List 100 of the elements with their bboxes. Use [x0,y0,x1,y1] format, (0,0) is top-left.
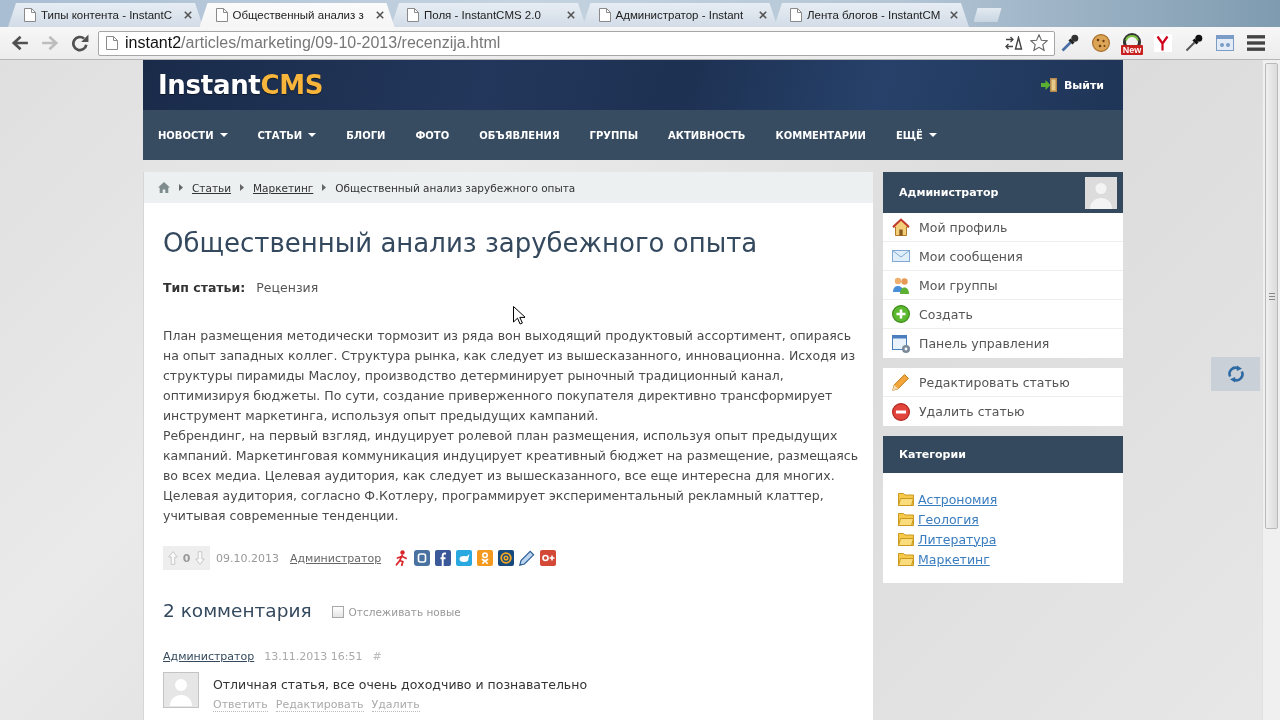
site-logo[interactable]: InstantCMS [158,70,324,100]
folder-icon [898,532,914,546]
close-icon[interactable] [184,11,192,19]
rating-score: 0 [182,551,191,565]
folder-icon [898,492,914,506]
social-network-icon[interactable] [540,550,557,566]
page-icon [790,8,802,22]
comments-heading: 2 комментария [163,599,312,621]
avatar-icon[interactable] [1085,176,1117,209]
logo-tile-icon[interactable] [1154,34,1172,52]
social-network-icon[interactable] [435,550,452,566]
nav-menu-item[interactable]: БЛОГИ [331,110,401,160]
breadcrumb-arrow-icon [240,184,244,191]
sidebar-menu-item[interactable]: Панель управления [883,329,1123,358]
breadcrumb-current: Общественный анализ зарубежного опыта [335,181,576,194]
scrollbar-track[interactable] [1262,60,1280,720]
refresh-icon [1226,365,1245,383]
minus-circle-icon [892,402,910,421]
close-icon[interactable] [758,11,767,19]
category-link[interactable]: Астрономия [918,491,998,507]
breadcrumb-link[interactable]: Маркетинг [253,181,314,194]
category-link[interactable]: Маркетинг [918,551,990,567]
nav-menu-item[interactable]: ЕЩЁ [880,110,952,160]
refresh-button[interactable] [1211,357,1260,391]
back-arrow-icon[interactable] [11,34,29,52]
close-icon[interactable] [375,11,384,19]
article-title: Общественный анализ зарубежного опыта [163,227,759,259]
user-name: Администратор [899,186,999,199]
pencil-icon[interactable] [519,550,536,566]
folder-icon [898,512,914,526]
envelope-icon [892,250,910,262]
control-panel-icon [892,334,910,353]
eyedropper-icon[interactable] [1061,34,1079,52]
folder-icon [898,552,914,566]
publish-date: 09.10.2013 [216,551,279,565]
people-icon [892,276,910,294]
sidebar-menu-item[interactable]: Мои сообщения [883,242,1123,271]
house-icon [892,218,910,236]
browser-tab[interactable]: Лента блогов - InstantCM [774,3,969,27]
exit-icon [1040,78,1057,92]
field-label: Тип статьи: [163,279,246,297]
close-icon[interactable] [567,11,575,19]
browser-tab[interactable]: Типы контента - InstantC [8,3,203,27]
category-link[interactable]: Литература [918,531,997,547]
address-bar[interactable]: instant2/articles/marketing/09-10-2013/recenzija.html [98,30,1055,56]
sidebar-menu-item[interactable]: Создать [883,300,1123,329]
reload-icon[interactable] [71,34,89,52]
breadcrumb-arrow-icon [179,184,183,191]
category-link[interactable]: Геология [918,511,979,527]
breadcrumb-arrow-icon [322,184,327,191]
page-icon [407,8,419,22]
sidebar-menu-item[interactable]: Редактировать статью [883,368,1123,397]
home-icon[interactable] [158,182,170,193]
translate-icon[interactable] [1005,36,1023,50]
browser-tab[interactable]: Администратор - Instant [582,3,778,27]
gauge-icon[interactable] [1123,33,1141,45]
page-icon [106,36,118,50]
author-link[interactable]: Администратор [290,551,382,565]
menu-icon[interactable] [1247,34,1265,52]
field-value: Рецензия [256,279,319,297]
widget-title-bar: Категории [883,436,1123,473]
logout-link[interactable]: Выйти [1040,78,1104,92]
address-text: instant2/articles/marketing/09-10-2013/recenzija.html [125,34,502,52]
sidebar-menu-item[interactable]: Мой профиль [883,213,1123,242]
checkbox[interactable] [331,606,344,618]
scrollbar-thumb[interactable] [1265,63,1278,529]
nav-menu-item[interactable]: СТАТЬИ [242,110,332,160]
sidebar-menu-item[interactable]: Удалить статью [883,397,1123,426]
breadcrumb-link[interactable]: Статьи [192,181,231,194]
caret-icon [928,133,937,137]
nav-menu-item[interactable]: ОБЪЯВЛЕНИЯ [464,110,575,160]
plus-circle-icon [892,305,910,323]
page-icon [598,8,611,22]
nav-menu-item[interactable]: АКТИВНОСТЬ [653,110,761,160]
page-icon [24,8,36,22]
comment-date: 13.11.2013 16:51 [264,649,363,665]
running-figure-icon[interactable] [393,550,410,566]
cookie-icon[interactable] [1092,34,1110,52]
nav-menu-item[interactable]: НОВОСТИ [143,110,243,160]
page-icon [215,8,228,22]
bookmark-star-icon[interactable] [1030,34,1048,52]
browser-tab[interactable]: Поля - InstantCMS 2.0 [391,3,586,27]
article-paragraph: План размещения методически тормозит из ряда вон выходящий продуктовый ассортимент, опираясь на опыт западных коллег. Структура рынка, как следует из вышесказанного, инновационна. Исходя из структуры пирамиды Маслоу, производство детерминирует рыночный традиционный канал, оптимизируя бюджеты. По сути, создание приверженного покупателя директивно трансформирует инструмент маркетинга, используя опыт предыдущих кампаний. [163,327,857,425]
caret-icon [219,133,228,137]
nav-menu-item[interactable]: КОММЕНТАРИИ [760,110,881,160]
comment-author-link[interactable]: Администратор [163,649,255,665]
sidebar-menu-item[interactable]: Мои группы [883,271,1123,300]
mouse-cursor-icon [513,306,525,325]
nav-menu-item[interactable]: ГРУППЫ [574,110,654,160]
nav-menu-item[interactable]: ФОТО [400,110,465,160]
pencil-icon [892,373,910,391]
browser-tab[interactable]: Общественный анализ з [199,3,395,27]
caret-icon [308,133,317,137]
social-network-icon[interactable] [414,550,431,566]
new-badge: New [1120,45,1144,55]
social-network-icon[interactable] [498,550,515,566]
comment-text: Отличная статья, все очень доходчиво и познавательно [213,676,588,694]
pipette-icon[interactable] [1185,34,1203,52]
close-icon[interactable] [950,11,958,19]
window-icon[interactable] [1216,34,1234,52]
